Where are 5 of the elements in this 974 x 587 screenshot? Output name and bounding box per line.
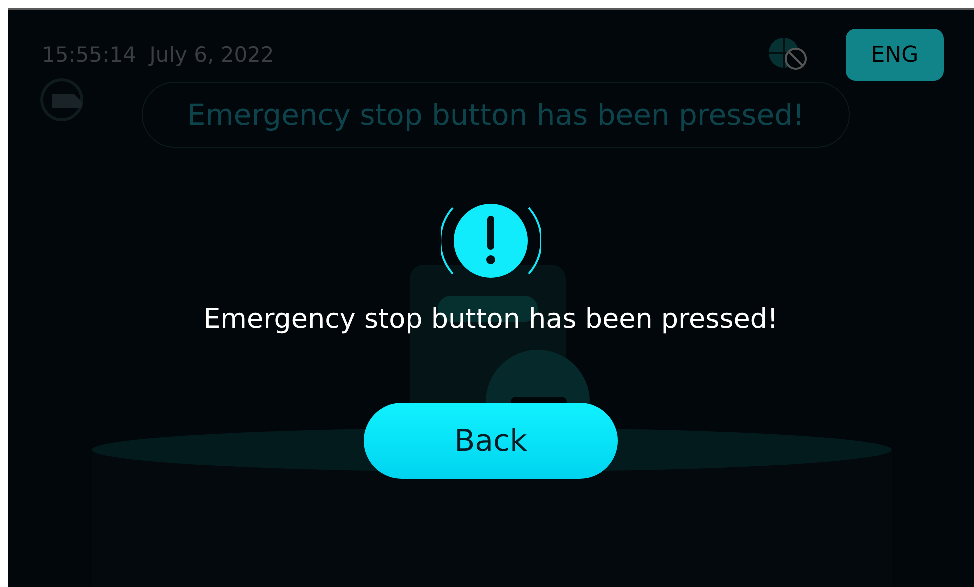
- emergency-stop-banner: Emergency stop button has been pressed!: [142, 82, 850, 148]
- dialog-message: Emergency stop button has been pressed!: [204, 304, 778, 335]
- language-button[interactable]: ENG: [846, 29, 944, 81]
- date-time: 15:55:14 July 6, 2022: [42, 43, 274, 67]
- back-button[interactable]: Back: [364, 403, 618, 479]
